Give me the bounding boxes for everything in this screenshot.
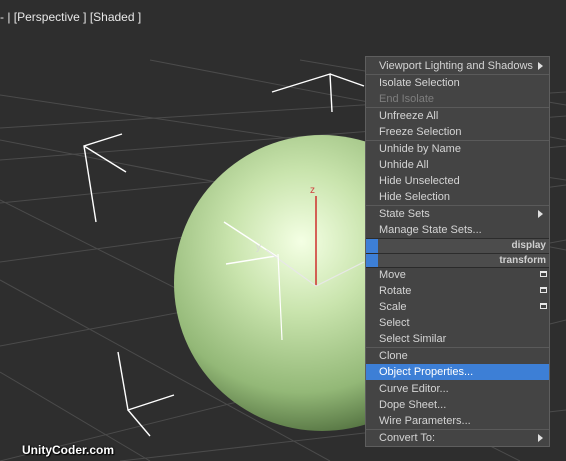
menu-item-curve-editor[interactable]: Curve Editor... (366, 381, 549, 397)
menu-item-select[interactable]: Select (366, 315, 549, 331)
menu-item-convert-to[interactable]: Convert To: (366, 430, 549, 446)
settings-box-icon[interactable] (540, 271, 547, 277)
menu-item-label: Manage State Sets... (379, 224, 482, 236)
menu-item-label: End Isolate (379, 93, 435, 105)
menu-item-label: Select (379, 317, 410, 329)
menu-item-unhide-all[interactable]: Unhide All (366, 157, 549, 173)
menu-item-label: Hide Selection (379, 191, 450, 203)
quad-menu: Viewport Lighting and Shadows Isolate Se… (365, 56, 550, 447)
quad-label-transform: transform (499, 255, 546, 266)
menu-item-label: Clone (379, 350, 408, 362)
settings-box-icon[interactable] (540, 303, 547, 309)
menu-item-label: Wire Parameters... (379, 415, 471, 427)
menu-item-label: Curve Editor... (379, 383, 449, 395)
menu-item-label: Dope Sheet... (379, 399, 447, 411)
viewport-label[interactable]: - | [Perspective ] [Shaded ] (0, 10, 141, 24)
menu-item-label: Hide Unselected (379, 175, 460, 187)
menu-item-isolate-selection[interactable]: Isolate Selection (366, 75, 549, 91)
menu-item-label: Unfreeze All (379, 110, 439, 122)
menu-item-unhide-by-name[interactable]: Unhide by Name (366, 141, 549, 157)
menu-item-object-properties[interactable]: Object Properties... (366, 364, 549, 380)
watermark: UnityCoder.com (22, 443, 115, 457)
quad-label-display: display (511, 240, 546, 251)
menu-item-state-sets[interactable]: State Sets (366, 206, 549, 222)
submenu-arrow-icon (538, 210, 543, 218)
menu-item-manage-state-sets[interactable]: Manage State Sets... (366, 222, 549, 238)
quad-header-transform[interactable]: transform (366, 253, 549, 268)
menu-item-label: Scale (379, 301, 407, 313)
menu-item-viewport-lighting[interactable]: Viewport Lighting and Shadows (366, 58, 549, 74)
menu-item-label: State Sets (379, 208, 430, 220)
menu-item-move[interactable]: Move (366, 267, 549, 283)
menu-item-freeze-selection[interactable]: Freeze Selection (366, 124, 549, 140)
menu-item-label: Select Similar (379, 333, 447, 345)
quad-indicator-icon (366, 239, 378, 253)
submenu-arrow-icon (538, 62, 543, 70)
z-axis-label: z (310, 185, 315, 196)
menu-item-wire-parameters[interactable]: Wire Parameters... (366, 413, 549, 429)
menu-item-hide-selection[interactable]: Hide Selection (366, 189, 549, 205)
menu-item-label: Unhide All (379, 159, 429, 171)
menu-item-unfreeze-all[interactable]: Unfreeze All (366, 108, 549, 124)
menu-item-select-similar[interactable]: Select Similar (366, 331, 549, 347)
menu-item-clone[interactable]: Clone (366, 348, 549, 364)
menu-item-label: Viewport Lighting and Shadows (379, 60, 533, 72)
menu-item-end-isolate[interactable]: End Isolate (366, 91, 549, 107)
menu-item-rotate[interactable]: Rotate (366, 283, 549, 299)
quad-indicator-icon (366, 254, 378, 268)
menu-item-hide-unselected[interactable]: Hide Unselected (366, 173, 549, 189)
menu-item-dope-sheet[interactable]: Dope Sheet... (366, 397, 549, 413)
menu-item-label: Move (379, 269, 406, 281)
submenu-arrow-icon (538, 434, 543, 442)
y-axis-label: y (256, 242, 261, 253)
settings-box-icon[interactable] (540, 287, 547, 293)
menu-item-scale[interactable]: Scale (366, 299, 549, 315)
menu-item-label: Convert To: (379, 432, 436, 444)
quad-header-display[interactable]: display (366, 238, 549, 253)
menu-item-label: Rotate (379, 285, 412, 297)
menu-item-label: Isolate Selection (379, 77, 460, 89)
menu-item-label: Object Properties... (379, 366, 474, 378)
menu-item-label: Unhide by Name (379, 143, 461, 155)
menu-item-label: Freeze Selection (379, 126, 462, 138)
